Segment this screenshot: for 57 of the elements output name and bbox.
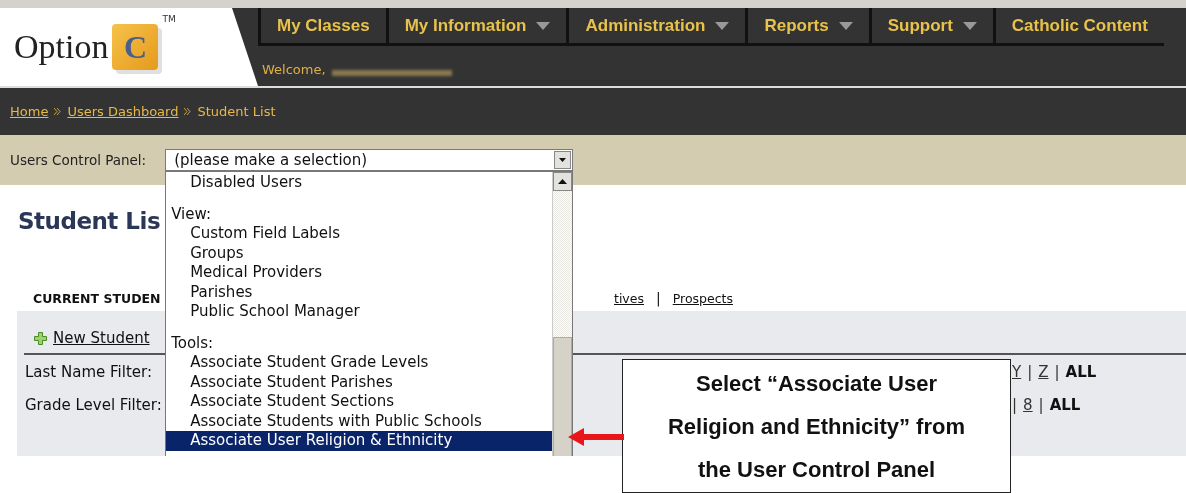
dropdown-option[interactable]: Associate Student Sections (166, 392, 553, 412)
callout-text: Select “Associate User Religion and Ethnicity” from the User Control Panel (622, 359, 1011, 493)
caret-icon (536, 21, 551, 30)
page-heading: Student Lis (18, 207, 161, 236)
current-page-label: Student List (197, 104, 276, 119)
caret-icon (838, 21, 853, 30)
dropdown-option[interactable]: Associate User Religion & Ethnicity (166, 431, 553, 451)
filter-all-link[interactable]: ALL (1049, 395, 1081, 414)
control-panel-select[interactable]: (please make a selection) (165, 149, 574, 171)
plus-icon (34, 331, 47, 345)
separator: | (1054, 362, 1060, 381)
dropdown-option[interactable]: Groups (166, 243, 553, 263)
separator: | (1038, 395, 1044, 414)
dropdown-option[interactable]: Public School Manager (166, 302, 553, 322)
filter-letter-link[interactable]: Y (1012, 362, 1022, 381)
dropdown-option[interactable]: Parishes (166, 282, 553, 302)
nav-item[interactable]: Administration (566, 8, 746, 46)
arrow-icon (568, 428, 624, 446)
nav-item[interactable]: My Information (385, 8, 567, 46)
filter-letter-link[interactable]: 8 (1023, 395, 1033, 414)
chevron-icon (184, 108, 192, 115)
filter-letter-link[interactable]: Z (1038, 362, 1049, 381)
scroll-up-button[interactable] (553, 172, 573, 191)
dropdown-option[interactable]: Disabled Users (166, 173, 553, 193)
filter-all-link[interactable]: ALL (1065, 362, 1097, 381)
dropdown-button[interactable] (554, 151, 572, 169)
breadcrumb-link[interactable]: Home (10, 104, 49, 119)
option-group-label: Tools: (170, 333, 215, 353)
trademark: TM (162, 14, 176, 24)
nav-item[interactable]: My Classes (258, 8, 386, 46)
tab[interactable]: Prospects (672, 290, 733, 306)
caret-icon (559, 158, 567, 162)
dropdown-option[interactable]: Custom Field Labels (166, 224, 553, 244)
nav-item[interactable]: Support (868, 8, 993, 46)
dropdown-option[interactable]: Medical Providers (166, 263, 553, 283)
separator: | (1027, 362, 1033, 381)
logo-word: Option (14, 28, 109, 66)
up-arrow-icon (558, 179, 568, 184)
scrollbar[interactable] (552, 172, 573, 456)
dropdown-option[interactable]: Associate Student Parishes (166, 372, 553, 392)
dropdown-option[interactable]: Associate Student Grade Levels (166, 353, 553, 373)
nav-item[interactable]: Catholic Content (992, 8, 1164, 46)
tab[interactable]: tives (614, 290, 644, 306)
separator: | (1012, 395, 1018, 414)
filter-label: Last Name Filter: (25, 362, 152, 381)
control-panel-label: Users Control Panel: (10, 152, 147, 168)
option-group-label: View: (170, 204, 212, 224)
filter-label: Grade Level Filter: (25, 395, 162, 414)
new-student-link[interactable]: New Student (53, 329, 150, 347)
caret-icon (962, 21, 977, 30)
separator: | (656, 290, 661, 306)
nav-item[interactable]: Reports (745, 8, 869, 46)
caret-icon (715, 21, 730, 30)
chevron-icon (54, 108, 62, 115)
welcome-text: Welcome, (262, 62, 326, 77)
dropdown-option[interactable]: Associate Students with Public Schools (166, 411, 553, 431)
breadcrumb-link[interactable]: Users Dashboard (67, 104, 179, 119)
